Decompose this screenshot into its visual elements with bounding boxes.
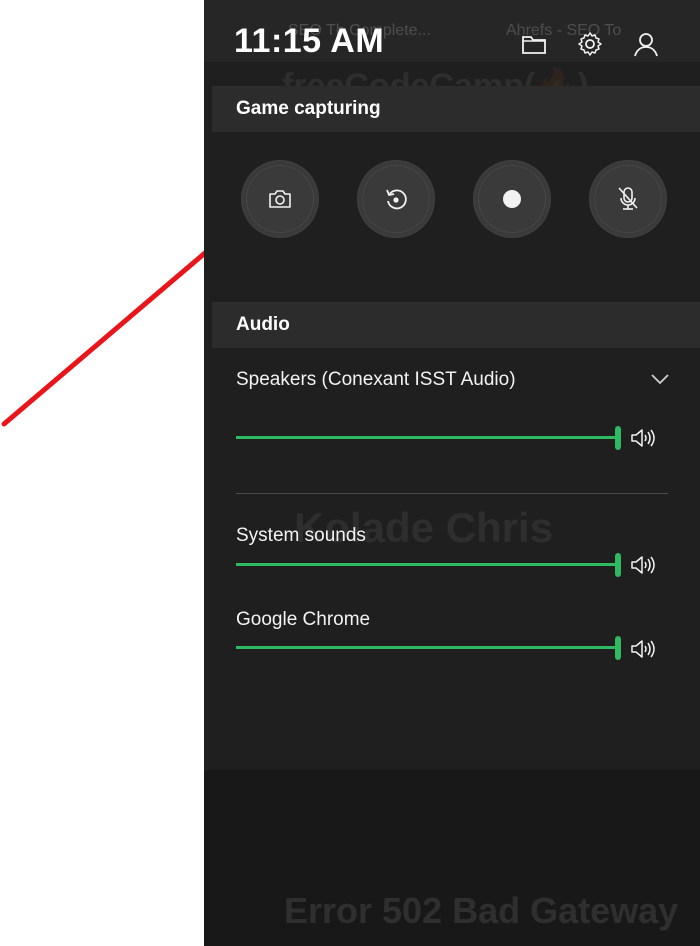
slider-fill xyxy=(236,646,618,649)
slider-thumb[interactable] xyxy=(615,426,621,450)
slider-fill xyxy=(236,563,618,566)
slider-fill xyxy=(236,436,618,439)
audio-header: Audio xyxy=(212,302,700,348)
chrome-volume-slider[interactable] xyxy=(236,636,621,660)
background-page: SEO Th Complete... Ahrefs - SEO To freeC… xyxy=(204,0,700,946)
folder-icon[interactable] xyxy=(520,30,548,58)
top-bar: 11:15 AM xyxy=(204,0,700,88)
slider-thumb[interactable] xyxy=(615,553,621,577)
section-title: Game capturing xyxy=(236,98,381,119)
screenshot-button[interactable] xyxy=(241,160,319,238)
device-name: Speakers (Conexant ISST Audio) xyxy=(236,369,516,390)
slider-thumb[interactable] xyxy=(615,636,621,660)
capture-buttons xyxy=(204,160,700,240)
speaker-icon[interactable] xyxy=(630,638,656,660)
divider xyxy=(236,493,668,494)
section-title: Audio xyxy=(236,314,290,335)
app-name: System sounds xyxy=(236,525,366,546)
game-capturing-header: Game capturing xyxy=(212,86,700,132)
start-recording-button[interactable] xyxy=(473,160,551,238)
speaker-icon[interactable] xyxy=(630,554,656,576)
gear-icon[interactable] xyxy=(576,30,604,58)
user-icon[interactable] xyxy=(632,30,660,58)
screen: SEO Th Complete... Ahrefs - SEO To freeC… xyxy=(0,0,700,946)
speaker-icon[interactable] xyxy=(630,427,656,449)
app-name: Google Chrome xyxy=(236,609,371,630)
master-volume-slider[interactable] xyxy=(236,426,621,450)
game-bar-panel: SEO Th Complete... Ahrefs - SEO To freeC… xyxy=(204,0,700,946)
chevron-down-icon[interactable] xyxy=(650,372,670,386)
background-heading: Error 502 Bad Gateway xyxy=(284,890,679,931)
background-footer xyxy=(204,770,700,946)
microphone-toggle-button[interactable] xyxy=(589,160,667,238)
record-last-button[interactable] xyxy=(357,160,435,238)
clock: 11:15 AM xyxy=(234,22,385,60)
system-sounds-volume-slider[interactable] xyxy=(236,553,621,577)
